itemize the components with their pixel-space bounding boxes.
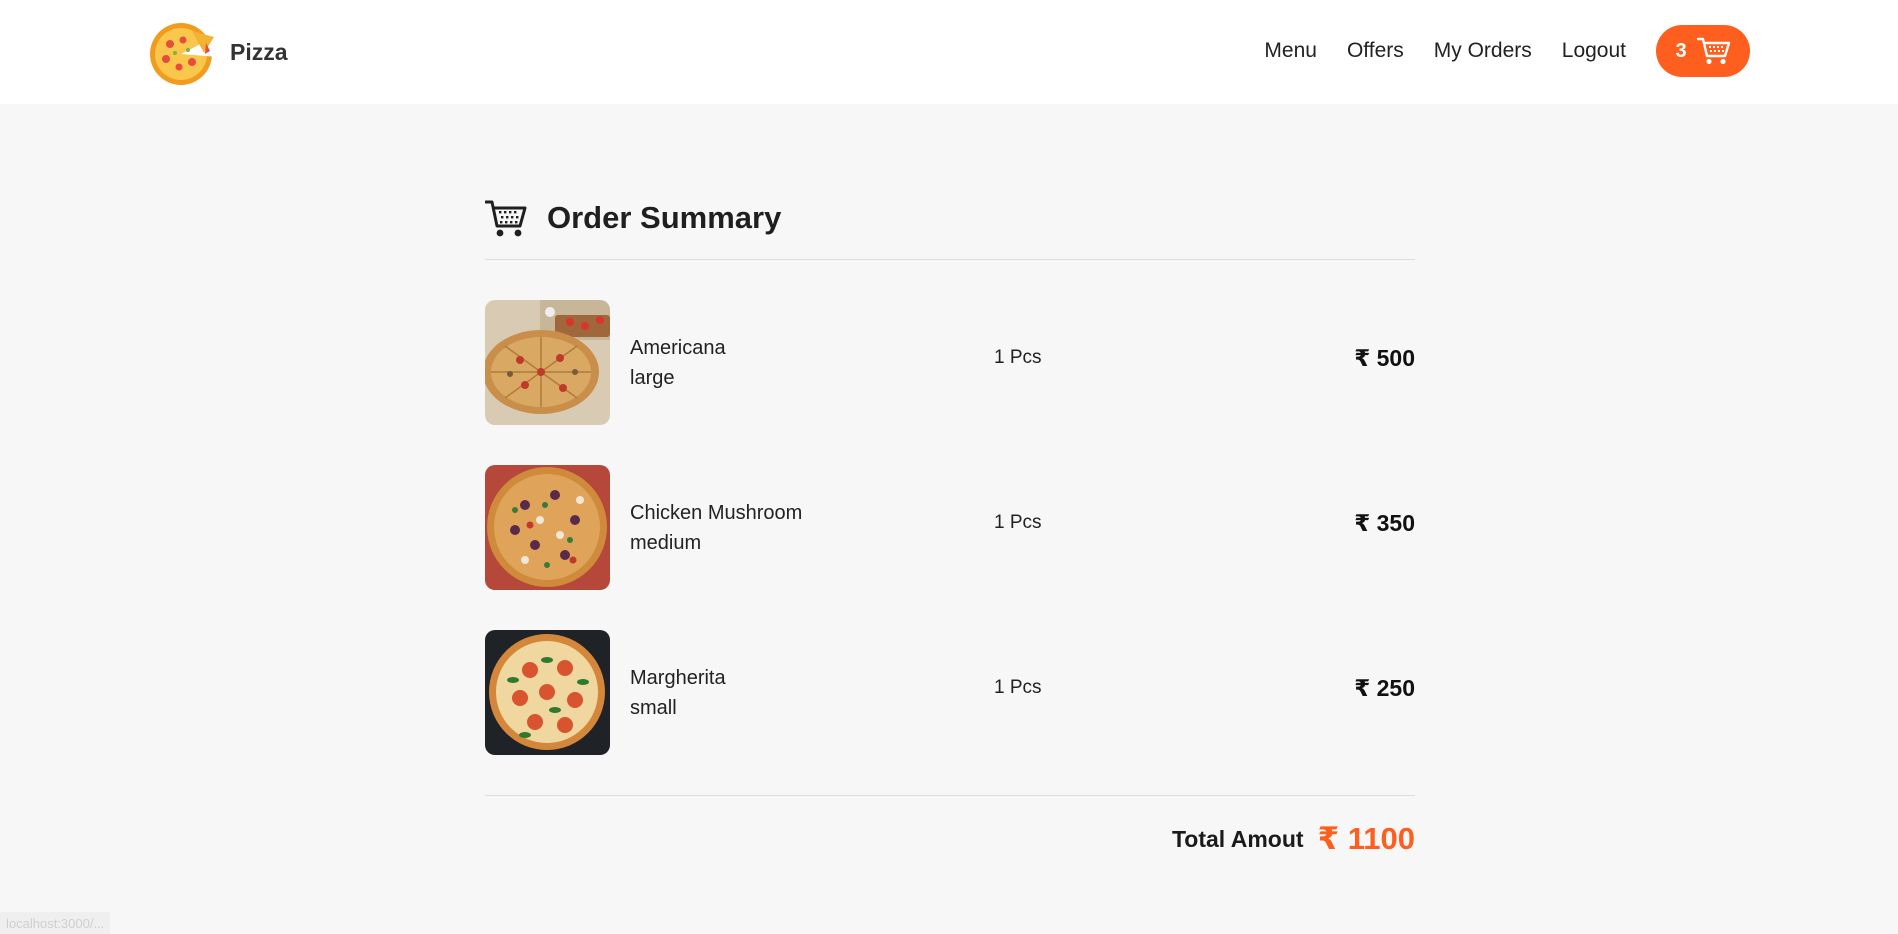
- nav-link-logout[interactable]: Logout: [1562, 39, 1626, 63]
- nav-links: Menu Offers My Orders Logout 3: [1264, 25, 1750, 77]
- pizza-logo-icon: [150, 23, 218, 85]
- item-name: Americana: [630, 337, 726, 359]
- brand-link[interactable]: Pizza: [148, 17, 288, 87]
- navbar: Pizza Menu Offers My Orders Logout 3: [0, 0, 1898, 104]
- divider: [485, 795, 1415, 796]
- item-name: Chicken Mushroom: [630, 502, 803, 524]
- item-size: small: [630, 697, 677, 719]
- order-items-list: Americana large 1 Pcs ₹ 500 Chicken Mush…: [485, 300, 1415, 755]
- total-row: Total Amout ₹ 1100: [485, 821, 1415, 857]
- divider: [485, 259, 1415, 260]
- list-item: Chicken Mushroom medium 1 Pcs ₹ 350: [485, 465, 1415, 590]
- item-price: ₹ 350: [1354, 510, 1415, 536]
- cart-icon: [485, 200, 527, 237]
- item-name: Margherita: [630, 667, 726, 689]
- pizza-image: [485, 630, 610, 755]
- item-quantity: 1 Pcs: [994, 347, 1042, 368]
- total-label: Total Amout: [1171, 825, 1304, 852]
- item-info: Margherita small: [630, 663, 726, 723]
- cart-button[interactable]: 3: [1656, 25, 1750, 77]
- pizza-image: [485, 465, 610, 590]
- item-price: ₹ 500: [1354, 345, 1415, 371]
- item-info: Americana large: [630, 333, 726, 393]
- item-price: ₹ 250: [1354, 675, 1415, 701]
- item-size: medium: [630, 532, 702, 554]
- cart-icon: [1696, 37, 1730, 65]
- page-title: Order Summary: [547, 200, 782, 235]
- brand-name: Pizza: [230, 38, 288, 65]
- nav-link-menu[interactable]: Menu: [1264, 39, 1317, 63]
- list-item: Margherita small 1 Pcs ₹ 250: [485, 630, 1415, 755]
- item-quantity: 1 Pcs: [994, 512, 1042, 533]
- pizza-image: [485, 300, 610, 425]
- total-amount: ₹ 1100: [1317, 821, 1415, 856]
- nav-link-offers[interactable]: Offers: [1347, 39, 1404, 63]
- item-size: large: [630, 367, 675, 389]
- nav-link-my-orders[interactable]: My Orders: [1434, 39, 1532, 63]
- cart-count: 3: [1675, 39, 1687, 62]
- order-summary-section: Order Summary Americana large 1 Pcs ₹ 50…: [485, 190, 1415, 857]
- summary-header: Order Summary: [485, 190, 1415, 246]
- status-bar: localhost:3000/...: [0, 912, 110, 934]
- list-item: Americana large 1 Pcs ₹ 500: [485, 300, 1415, 425]
- item-quantity: 1 Pcs: [994, 677, 1042, 698]
- item-info: Chicken Mushroom medium: [630, 498, 802, 558]
